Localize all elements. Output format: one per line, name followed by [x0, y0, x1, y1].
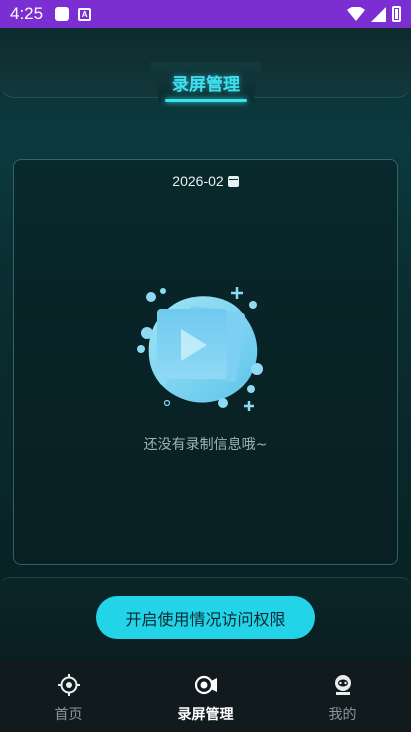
wifi-icon — [347, 7, 365, 21]
notification-square-icon — [55, 7, 70, 21]
calendar-icon[interactable] — [227, 175, 239, 187]
status-time: 4:25 — [10, 4, 44, 23]
status-bar: 4:25 A — [0, 0, 411, 28]
a-badge-icon: A — [78, 7, 92, 21]
target-icon — [57, 674, 80, 696]
status-icons — [347, 6, 401, 22]
enable-usage-access-button[interactable]: 开启使用情况访问权限 — [96, 596, 315, 639]
tab-profile-label[interactable]: 我的 — [329, 704, 357, 724]
date-selector[interactable]: 2026-02 — [0, 173, 411, 189]
tab-recording-management[interactable]: 录屏管理 — [137, 660, 274, 732]
signal-icon — [371, 6, 386, 22]
bottom-tab-bar: 首页 录屏管理 我的 — [0, 660, 411, 732]
record-camera-icon — [194, 675, 217, 695]
tab-profile[interactable]: 我的 — [274, 660, 411, 732]
tab-home[interactable]: 首页 — [0, 660, 137, 732]
tab-home-label[interactable]: 首页 — [55, 704, 83, 724]
title-glow — [165, 99, 247, 102]
battery-icon — [392, 6, 401, 22]
profile-icon — [334, 675, 351, 695]
date-text[interactable]: 2026-02 — [172, 173, 223, 189]
video-play-splash-icon — [137, 287, 263, 411]
tab-recording-management-label[interactable]: 录屏管理 — [178, 704, 234, 724]
page-title: 录屏管理 — [172, 75, 240, 95]
empty-message: 还没有录制信息哦~ — [143, 437, 268, 453]
